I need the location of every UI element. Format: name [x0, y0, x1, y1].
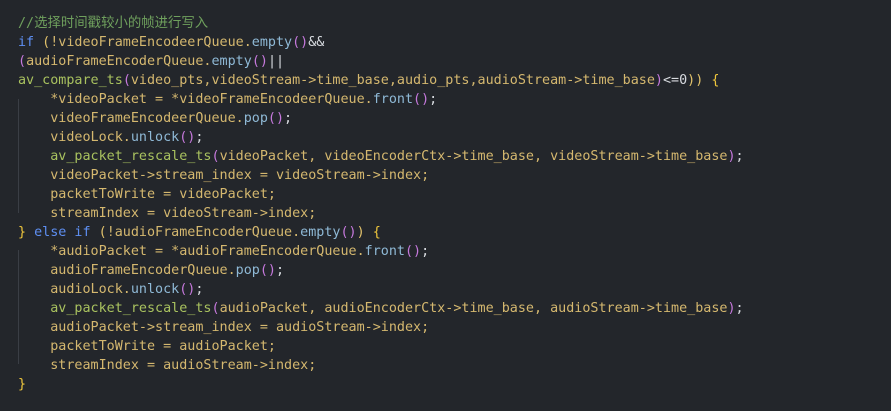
- code-token: (: [34, 35, 51, 50]
- code-token: ): [727, 301, 736, 316]
- code-token: (: [18, 54, 27, 69]
- code-token: (): [179, 282, 196, 297]
- code-lines[interactable]: //选择时间戳较小的帧进行写入 if (!videoFrameEncodeerQu…: [18, 14, 744, 394]
- code-token: ;: [275, 263, 285, 278]
- code-token: (: [211, 149, 220, 164]
- code-line[interactable]: streamIndex = videoStream->index;: [18, 204, 744, 223]
- code-token: videoLock.: [18, 130, 131, 145]
- code-token: (): [179, 130, 196, 145]
- code-token: av_packet_rescale_ts: [50, 149, 212, 164]
- code-token: audioLock.: [18, 282, 131, 297]
- code-token: (: [211, 301, 220, 316]
- code-token: pop: [235, 263, 260, 278]
- code-token: )): [687, 73, 704, 88]
- code-token: audioFrameEncoderQueue.: [26, 54, 212, 69]
- code-token: audioFrameEncoderQueue.: [18, 263, 236, 278]
- code-token: pop: [243, 111, 268, 126]
- code-token: (): [251, 54, 268, 69]
- code-token: (): [267, 111, 285, 126]
- code-token: audioPacket->stream_index = audioStream-…: [18, 320, 430, 335]
- code-line[interactable]: }: [18, 375, 744, 394]
- code-line[interactable]: (audioFrameEncoderQueue.empty()||: [18, 52, 744, 71]
- code-token: ;: [421, 244, 430, 259]
- code-token: &&: [308, 35, 325, 50]
- code-token: ||: [267, 54, 285, 69]
- code-token: (): [413, 92, 430, 107]
- code-token: videoPacket->stream_index = videoStream-…: [18, 168, 430, 183]
- code-token: videoPacket, videoEncoderCtx->time_base,…: [219, 149, 728, 164]
- code-line[interactable]: *videoPacket = *videoFrameEncodeerQueue.…: [18, 90, 744, 109]
- code-token: !videoFrameEncodeerQueue.: [50, 35, 252, 50]
- code-line[interactable]: audioFrameEncoderQueue.pop();: [18, 261, 744, 280]
- code-token: }: [18, 377, 27, 392]
- code-token: ): [654, 73, 663, 88]
- code-token: av_packet_rescale_ts: [50, 301, 212, 316]
- code-line[interactable]: av_packet_rescale_ts(audioPacket, audioE…: [18, 299, 744, 318]
- code-token: (): [404, 244, 422, 259]
- code-token: (): [259, 263, 276, 278]
- code-token: ;: [735, 149, 744, 164]
- code-line[interactable]: //选择时间戳较小的帧进行写入: [18, 14, 744, 33]
- code-token: unlock: [130, 282, 180, 297]
- code-token: front: [372, 92, 414, 107]
- code-token: ;: [735, 301, 744, 316]
- code-token: unlock: [130, 130, 180, 145]
- code-token: front: [364, 244, 405, 259]
- code-token: videoFrameEncodeerQueue.: [18, 111, 244, 126]
- code-line[interactable]: streamIndex = audioStream->index;: [18, 356, 744, 375]
- code-line[interactable]: videoPacket->stream_index = videoStream-…: [18, 166, 744, 185]
- code-line[interactable]: packetToWrite = audioPacket;: [18, 337, 744, 356]
- code-token: {: [364, 225, 381, 240]
- code-line[interactable]: videoFrameEncodeerQueue.pop();: [18, 109, 744, 128]
- code-token: !audioFrameEncoderQueue.: [106, 225, 301, 240]
- code-token: ;: [284, 111, 293, 126]
- code-token: {: [703, 73, 720, 88]
- code-token: streamIndex = videoStream->index;: [18, 206, 317, 221]
- code-token: (): [340, 225, 357, 240]
- code-token: if: [18, 35, 35, 50]
- code-editor[interactable]: //选择时间戳较小的帧进行写入 if (!videoFrameEncodeerQu…: [0, 0, 891, 411]
- code-token: (): [292, 35, 309, 50]
- code-token: (: [98, 225, 107, 240]
- code-token: *videoPacket = *videoFrameEncodeerQueue.: [18, 92, 373, 107]
- code-token: <=0: [662, 73, 688, 88]
- code-token: else if: [26, 225, 99, 240]
- code-token: audioPacket, audioEncoderCtx->time_base,…: [219, 301, 728, 316]
- code-token: empty: [300, 225, 341, 240]
- code-line[interactable]: packetToWrite = videoPacket;: [18, 185, 744, 204]
- code-token: ;: [195, 130, 204, 145]
- code-line[interactable]: } else if (!audioFrameEncoderQueue.empty…: [18, 223, 744, 242]
- code-line[interactable]: av_compare_ts(video_pts,videoStream->tim…: [18, 71, 744, 90]
- code-token: streamIndex = audioStream->index;: [18, 358, 317, 373]
- code-line[interactable]: audioLock.unlock();: [18, 280, 744, 299]
- code-token: ;: [195, 282, 204, 297]
- code-token: ): [356, 225, 365, 240]
- code-token: empty: [251, 35, 293, 50]
- code-token: empty: [211, 54, 252, 69]
- code-token: av_compare_ts: [18, 73, 123, 88]
- code-token: //选择时间戳较小的帧进行写入: [18, 16, 209, 31]
- code-token: ): [727, 149, 736, 164]
- code-line[interactable]: *audioPacket = *audioFrameEncoderQueue.f…: [18, 242, 744, 261]
- code-line[interactable]: audioPacket->stream_index = audioStream-…: [18, 318, 744, 337]
- code-token: (: [122, 73, 131, 88]
- code-token: packetToWrite = videoPacket;: [18, 187, 276, 202]
- code-token: video_pts,videoStream->time_base,audio_p…: [130, 73, 655, 88]
- code-line[interactable]: if (!videoFrameEncodeerQueue.empty()&&: [18, 33, 744, 52]
- code-token: *audioPacket = *audioFrameEncoderQueue.: [18, 244, 365, 259]
- code-line[interactable]: av_packet_rescale_ts(videoPacket, videoE…: [18, 147, 744, 166]
- code-token: packetToWrite = audioPacket;: [18, 339, 276, 354]
- code-line[interactable]: videoLock.unlock();: [18, 128, 744, 147]
- code-token: }: [18, 225, 27, 240]
- code-token: ;: [429, 92, 438, 107]
